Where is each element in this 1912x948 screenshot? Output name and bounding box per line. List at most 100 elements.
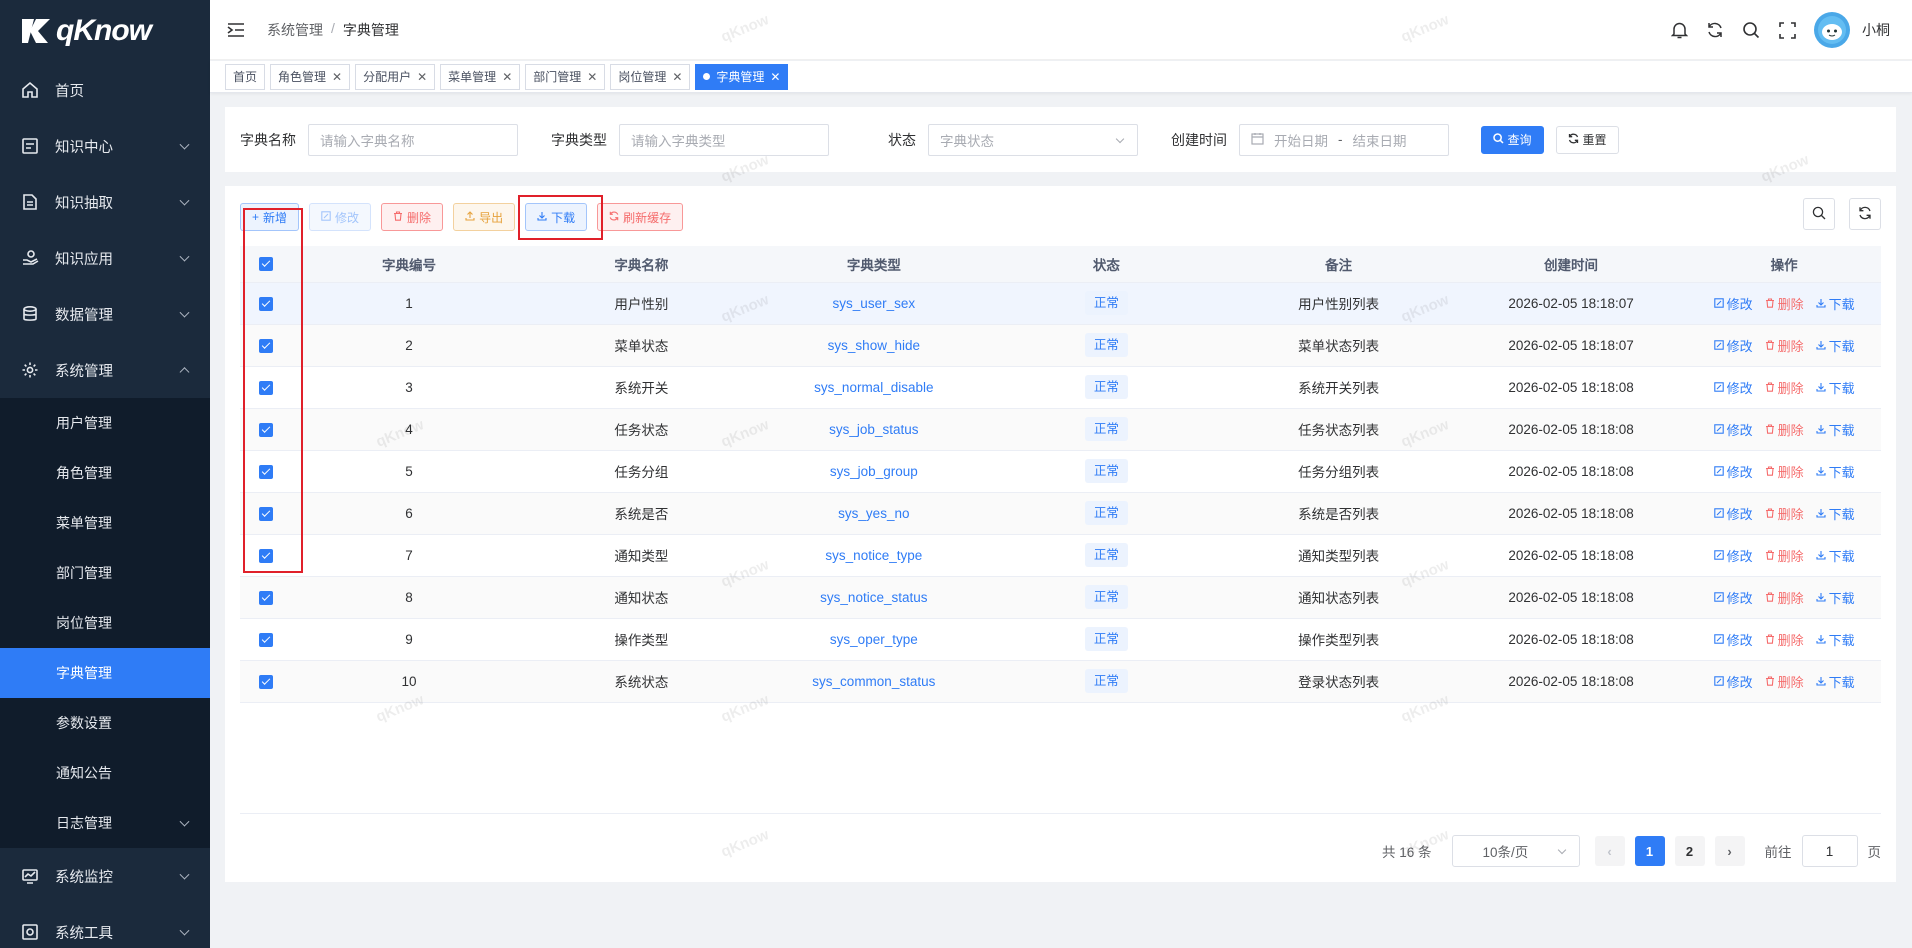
dict-type-link[interactable]: sys_notice_type [825,548,922,563]
row-delete-button[interactable]: 删除 [1765,546,1804,565]
sidebar-item-menu-management[interactable]: 菜单管理 [0,498,210,548]
page-button-2[interactable]: 2 [1674,836,1705,866]
refresh-icon[interactable] [1706,21,1724,39]
close-icon[interactable]: ✕ [672,70,682,84]
sidebar-item-system-tools[interactable]: 系统工具 [0,904,210,948]
query-button[interactable]: 查询 [1481,125,1544,154]
sidebar-item-role-management[interactable]: 角色管理 [0,448,210,498]
row-edit-button[interactable]: 修改 [1713,378,1753,397]
row-checkbox[interactable] [259,590,274,605]
row-download-button[interactable]: 下载 [1816,546,1855,565]
row-checkbox[interactable] [259,632,274,647]
table-row[interactable]: 7 通知类型 sys_notice_type 正常 通知类型列表 2026-02-05 1… [240,534,1881,577]
table-row[interactable]: 5 任务分组 sys_job_group 正常 任务分组列表 2026-02-05 18:… [240,450,1881,493]
row-edit-button[interactable]: 修改 [1713,588,1753,607]
sidebar-item-notice[interactable]: 通知公告 [0,748,210,798]
row-edit-button[interactable]: 修改 [1713,504,1753,523]
row-download-button[interactable]: 下载 [1816,504,1855,523]
sidebar-item-knowledge-extraction[interactable]: 知识抽取 [0,174,210,230]
row-download-button[interactable]: 下载 [1816,420,1855,439]
logo[interactable]: qKnow [0,0,210,62]
sidebar-item-knowledge-application[interactable]: 知识应用 [0,230,210,286]
sidebar-item-log-management[interactable]: 日志管理 [0,798,210,848]
row-edit-button[interactable]: 修改 [1713,630,1753,649]
page-button-1[interactable]: 1 [1634,836,1665,866]
delete-button[interactable]: 删除 [381,203,444,231]
row-edit-button[interactable]: 修改 [1713,420,1753,439]
tag-post-management[interactable]: 岗位管理 ✕ [610,63,691,90]
tag-role-management[interactable]: 角色管理 ✕ [270,63,351,90]
row-edit-button[interactable]: 修改 [1713,672,1753,691]
search-icon[interactable] [1742,21,1760,39]
next-page-button[interactable]: › [1714,836,1745,866]
fullscreen-icon[interactable] [1778,21,1796,39]
close-icon[interactable]: ✕ [587,70,597,84]
breadcrumb-item[interactable]: 系统管理 [267,20,323,40]
row-download-button[interactable]: 下载 [1816,336,1855,355]
sidebar-item-dept-management[interactable]: 部门管理 [0,548,210,598]
sidebar-item-home[interactable]: 首页 [0,62,210,118]
prev-page-button[interactable]: ‹ [1594,836,1625,866]
row-delete-button[interactable]: 删除 [1765,630,1804,649]
row-delete-button[interactable]: 删除 [1765,672,1804,691]
row-edit-button[interactable]: 修改 [1713,336,1753,355]
dict-type-link[interactable]: sys_common_status [812,674,935,689]
dict-name-input[interactable]: 请输入字典名称 [308,123,518,156]
row-download-button[interactable]: 下载 [1816,294,1855,313]
refresh-cache-button[interactable]: 刷新缓存 [597,203,684,231]
row-delete-button[interactable]: 删除 [1765,378,1804,397]
close-icon[interactable]: ✕ [332,70,342,84]
collapse-menu-icon[interactable] [227,21,245,39]
row-edit-button[interactable]: 修改 [1713,546,1753,565]
table-row[interactable]: 9 操作类型 sys_oper_type 正常 操作类型列表 2026-02-05 18:… [240,618,1881,661]
table-row[interactable]: 3 系统开关 sys_normal_disable 正常 系统开关列表 2026-02-0… [240,366,1881,409]
table-row[interactable]: 4 任务状态 sys_job_status 正常 任务状态列表 2026-02-05 18… [240,408,1881,451]
row-delete-button[interactable]: 删除 [1765,336,1804,355]
tag-menu-management[interactable]: 菜单管理 ✕ [440,63,521,90]
sidebar-item-dict-management[interactable]: 字典管理 [0,648,210,698]
sidebar-item-post-management[interactable]: 岗位管理 [0,598,210,648]
sidebar-item-user-management[interactable]: 用户管理 [0,398,210,448]
edit-button[interactable]: 修改 [309,203,372,231]
tag-assign-user[interactable]: 分配用户 ✕ [355,63,436,90]
page-size-select[interactable]: 10条/页 [1451,835,1580,867]
goto-page-input[interactable]: 1 [1801,835,1858,867]
sidebar-item-system-monitor[interactable]: 系统监控 [0,848,210,904]
export-button[interactable]: 导出 [453,203,516,231]
refresh-table-button[interactable] [1849,198,1881,230]
dict-type-link[interactable]: sys_normal_disable [814,380,933,395]
date-range-picker[interactable]: 开始日期 - 结束日期 [1239,123,1449,156]
row-delete-button[interactable]: 删除 [1765,462,1804,481]
username[interactable]: 小桐 [1862,20,1890,40]
close-icon[interactable]: ✕ [417,70,427,84]
row-delete-button[interactable]: 删除 [1765,588,1804,607]
table-row[interactable]: 10 系统状态 sys_common_status 正常 登录状态列表 2026-02-0… [240,660,1881,703]
reset-button[interactable]: 重置 [1556,125,1619,154]
row-download-button[interactable]: 下载 [1816,672,1855,691]
tag-dept-management[interactable]: 部门管理 ✕ [525,63,606,90]
sidebar-item-system-management[interactable]: 系统管理 [0,342,210,398]
close-icon[interactable]: ✕ [502,70,512,84]
row-delete-button[interactable]: 删除 [1765,504,1804,523]
row-select-cell[interactable] [240,576,293,619]
bell-icon[interactable] [1670,21,1688,39]
row-select-cell[interactable] [240,618,293,661]
table-row[interactable]: 1 用户性别 sys_user_sex 正常 用户性别列表 2026-02-05 18:1… [240,282,1881,325]
row-download-button[interactable]: 下载 [1816,462,1855,481]
tag-dict-management[interactable]: 字典管理 ✕ [695,63,789,90]
table-row[interactable]: 2 菜单状态 sys_show_hide 正常 菜单状态列表 2026-02-05 18:… [240,324,1881,367]
row-checkbox[interactable] [259,674,274,689]
row-download-button[interactable]: 下载 [1816,630,1855,649]
sidebar-item-knowledge-center[interactable]: 知识中心 [0,118,210,174]
dict-type-input[interactable]: 请输入字典类型 [619,123,829,156]
sidebar-item-data-management[interactable]: 数据管理 [0,286,210,342]
tag-home[interactable]: 首页 [225,63,266,90]
dict-type-link[interactable]: sys_show_hide [828,338,920,353]
dict-type-link[interactable]: sys_job_status [829,422,918,437]
dict-type-link[interactable]: sys_notice_status [820,590,927,605]
row-edit-button[interactable]: 修改 [1713,294,1753,313]
avatar[interactable] [1814,12,1850,48]
status-select[interactable]: 字典状态 [928,123,1138,156]
row-edit-button[interactable]: 修改 [1713,462,1753,481]
row-select-cell[interactable] [240,660,293,703]
